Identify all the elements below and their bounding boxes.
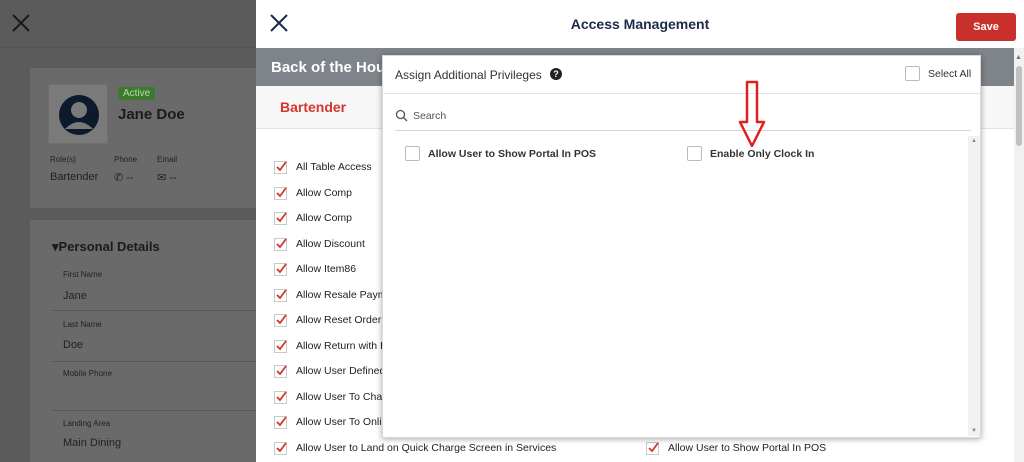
privilege-item[interactable]: Allow Comp [274, 185, 352, 201]
option-enable-only-clock-in[interactable]: Enable Only Clock In [687, 146, 814, 161]
checkbox-checked-icon[interactable] [274, 415, 287, 429]
annotation-arrow-icon [738, 80, 766, 148]
option-checkbox[interactable] [687, 146, 702, 161]
checkbox-checked-icon[interactable] [274, 186, 287, 200]
modal-title: Assign Additional Privileges [395, 68, 542, 82]
email-value: ✉ -- [157, 172, 177, 184]
phone-value: ✆ -- [114, 172, 134, 184]
privilege-item[interactable]: Allow Return with I [274, 338, 383, 354]
status-badge: Active [118, 87, 156, 100]
checkbox-checked-icon[interactable] [274, 262, 287, 276]
role-value: Bartender [50, 171, 99, 183]
panel-scrollbar[interactable]: ▲ [1014, 48, 1024, 462]
checkbox-checked-icon[interactable] [274, 364, 287, 378]
phone-label: Phone [114, 155, 138, 164]
select-all-checkbox[interactable] [905, 66, 920, 81]
privilege-item[interactable]: Allow Resale Paym [274, 287, 386, 303]
checkbox-checked-icon[interactable] [274, 313, 287, 327]
checkbox-checked-icon[interactable] [274, 390, 287, 404]
email-label: Email [157, 155, 178, 164]
privilege-item[interactable]: All Table Access [274, 159, 372, 175]
checkbox-checked-icon[interactable] [274, 237, 287, 251]
checkbox-checked-icon[interactable] [274, 441, 287, 455]
save-button[interactable]: Save [956, 13, 1016, 41]
privilege-options-list: Allow User to Show Portal In POS Enable … [395, 136, 968, 436]
personal-details-title: ▾Personal Details [52, 239, 160, 254]
privilege-item[interactable]: Allow User To Cha [274, 389, 382, 405]
landing-area-value: Main Dining [63, 437, 122, 449]
privilege-item[interactable]: Allow User to Land on Quick Charge Scree… [274, 440, 556, 456]
privilege-item[interactable]: Allow User to Show Portal In POS [646, 440, 826, 456]
last-name-value: Doe [63, 339, 84, 351]
background-close-icon [10, 12, 32, 34]
search-icon [395, 109, 408, 122]
landing-area-label: Landing Area [63, 419, 111, 428]
checkbox-checked-icon[interactable] [274, 288, 287, 302]
section-title: Back of the Hou [271, 59, 386, 76]
privilege-item[interactable]: Allow Reset Order [274, 312, 381, 328]
select-all-label[interactable]: Select All [928, 68, 971, 80]
page-title: Access Management [570, 16, 710, 32]
option-allow-user-show-portal[interactable]: Allow User to Show Portal In POS [405, 146, 596, 161]
modal-scrollbar[interactable]: ▲ ▼ [968, 136, 980, 436]
option-checkbox[interactable] [405, 146, 420, 161]
privilege-item[interactable]: Allow User To Onli [274, 414, 382, 430]
tab-bartender[interactable]: Bartender [280, 99, 346, 115]
privilege-item[interactable]: Allow Discount [274, 236, 365, 252]
first-name-label: First Name [63, 270, 103, 279]
checkbox-checked-icon[interactable] [274, 339, 287, 353]
search-input[interactable] [413, 106, 963, 126]
role-label: Role(s) [50, 155, 76, 164]
checkbox-checked-icon[interactable] [274, 160, 287, 174]
first-name-value: Jane [63, 290, 87, 302]
mobile-phone-label: Mobile Phone [63, 369, 112, 378]
privilege-item[interactable]: Allow User Defined [274, 363, 385, 379]
modal-header: Assign Additional Privileges ? Select Al… [383, 56, 980, 94]
question-circle-icon[interactable]: ? [550, 68, 562, 80]
checkbox-checked-icon[interactable] [646, 441, 659, 455]
checkbox-checked-icon[interactable] [274, 211, 287, 225]
privilege-item[interactable]: Allow Item86 [274, 261, 356, 277]
privilege-item[interactable]: Allow Comp [274, 210, 352, 226]
search-bar [395, 101, 971, 131]
assign-privileges-modal: Assign Additional Privileges ? Select Al… [382, 55, 981, 438]
last-name-label: Last Name [63, 320, 102, 329]
profile-name: Jane Doe [118, 106, 185, 123]
avatar [48, 84, 108, 144]
background-page: Active Jane Doe Role(s) Phone Email Bart… [0, 0, 256, 462]
